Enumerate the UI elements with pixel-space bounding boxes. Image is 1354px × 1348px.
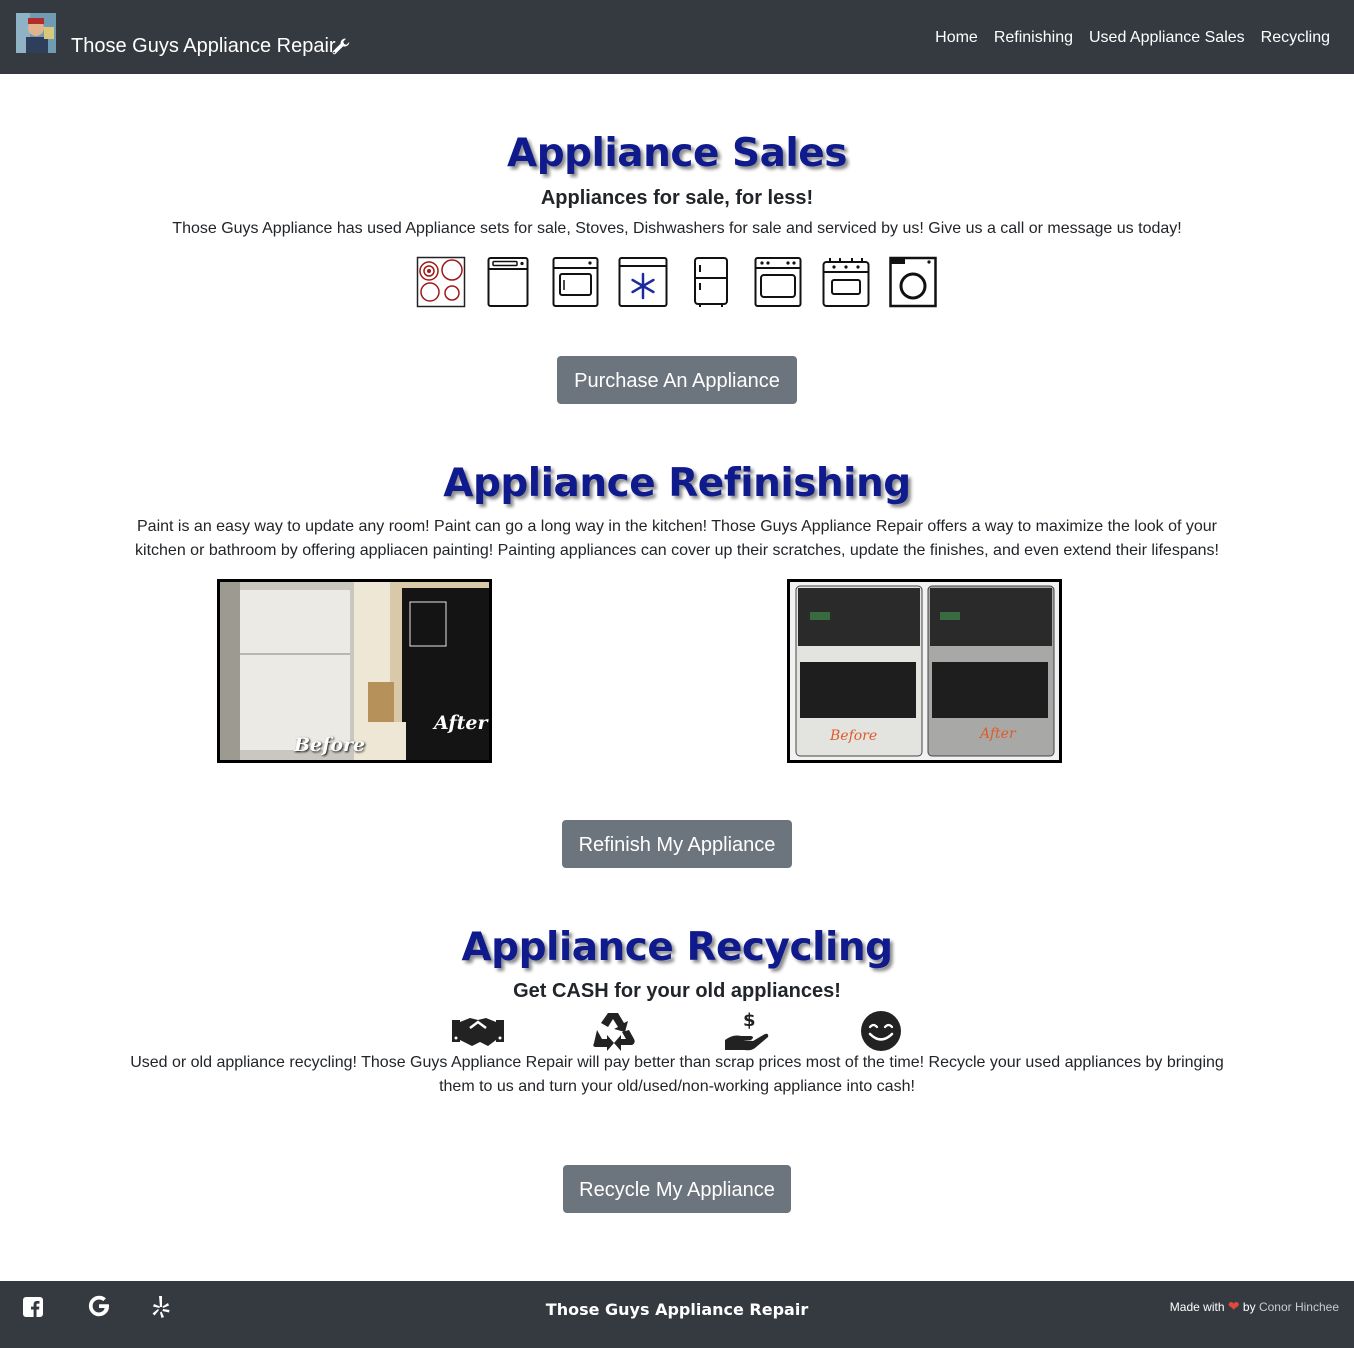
recycling-subtitle: Get CASH for your old appliances! [513,980,841,1002]
wall-oven-icon [754,257,802,307]
oven-icon [552,257,599,307]
washer-icon [889,256,937,308]
before-label: Before [294,734,366,756]
freezer-icon [618,257,668,307]
nav-recycling[interactable]: Recycling [1261,26,1330,50]
refinishing-text: Paint is an easy way to update any room!… [135,518,1219,559]
before-label: Before [830,728,878,744]
handshake-icon [452,1018,504,1046]
fridge-before-after-photo: Before After [217,579,492,763]
nav-home[interactable]: Home [935,26,978,50]
brand-logo[interactable] [16,13,56,53]
footer-title: Those Guys Appliance Repair [545,1300,809,1319]
sales-text: Those Guys Appliance has used Appliance … [172,220,1182,237]
refinishing-title: Appliance Refinishing [443,461,911,506]
sales-title: Appliance Sales [507,131,847,176]
heart-icon: ❤ [1227,1298,1240,1314]
nav-refinishing[interactable]: Refinishing [994,26,1073,50]
recycle-icon [593,1013,635,1051]
purchase-appliance-button[interactable]: Purchase An Appliance [557,356,797,404]
recycling-title: Appliance Recycling [461,925,893,970]
wrench-icon [332,38,350,55]
refinish-appliance-button[interactable]: Refinish My Appliance [562,820,792,868]
svg-text:$: $ [743,1010,756,1031]
dishwasher-icon [487,257,529,307]
cooktop-icon [416,256,466,308]
money-hand-icon: $ [725,1010,769,1051]
appliance-icon-row [0,256,1354,308]
recycling-text: Used or old appliance recycling! Those G… [130,1054,1224,1095]
made-with-credit: Made with ❤ by Conor Hinchee [1170,1297,1339,1316]
navbar: Those Guys Appliance Repair Home Refinis… [0,0,1354,74]
made-with-text: Made with [1169,1300,1225,1314]
after-label: After [434,712,488,734]
nav-links: Home Refinishing Used Appliance Sales Re… [935,26,1330,50]
recycle-appliance-button[interactable]: Recycle My Appliance [563,1165,791,1213]
oven-before-after-photo: Before After [787,579,1062,763]
after-label: After [980,726,1016,742]
by-text: by [1242,1300,1256,1314]
footer: Those Guys Appliance Repair Made with ❤ … [0,1281,1354,1348]
sales-subtitle: Appliances for sale, for less! [540,187,814,209]
smile-icon [861,1011,901,1051]
fridge-icon [694,257,728,307]
brand-title[interactable]: Those Guys Appliance Repair [71,33,336,59]
author-link[interactable]: Conor Hinchee [1259,1300,1339,1314]
nav-used-appliance-sales[interactable]: Used Appliance Sales [1089,26,1245,50]
stove-icon [822,258,870,307]
